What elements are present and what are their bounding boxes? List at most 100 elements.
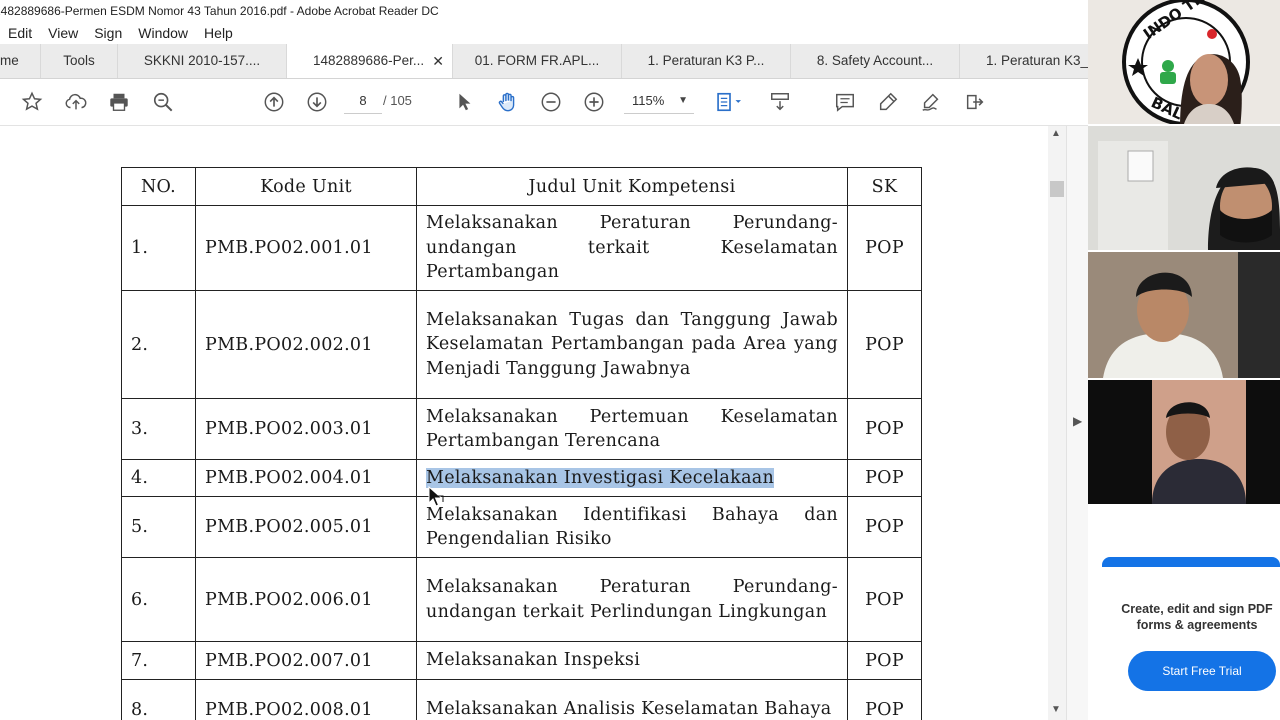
cell-judul: Melaksanakan Pertemuan Keselamatan Perta… [416, 398, 848, 460]
cell-no: 2. [121, 290, 196, 399]
cell-judul: Melaksanakan Peraturan Perundang-undanga… [416, 557, 848, 642]
table-row: 7. PMB.PO02.007.01 Melaksanakan Inspeksi… [121, 641, 922, 680]
cell-judul: Melaksanakan Analisis Keselamatan Bahaya [416, 679, 848, 720]
cell-kode: PMB.PO02.002.01 [195, 290, 417, 399]
tab-form-apl[interactable]: 01. FORM FR.APL... [453, 44, 622, 78]
close-icon[interactable]: ✕ [432, 44, 444, 78]
table-row: 1. PMB.PO02.001.01 Melaksanakan Peratura… [121, 205, 922, 291]
upload-icon[interactable] [64, 90, 88, 114]
sign-icon[interactable] [919, 90, 943, 114]
competency-table: NO. Kode Unit Judul Unit Kompetensi SK 1… [121, 167, 922, 720]
window-title: 1482889686-Permen ESDM Nomor 43 Tahun 20… [0, 4, 439, 18]
cell-no: 5. [121, 496, 196, 558]
tab-skkni[interactable]: SKKNI 2010-157.... [118, 44, 287, 78]
tab-peraturan-k3[interactable]: 1. Peraturan K3 P... [622, 44, 791, 78]
page-down-icon[interactable] [305, 90, 329, 114]
menu-bar: Edit View Sign Window Help [0, 22, 1088, 44]
tab-permen-esdm[interactable]: 1482889686-Per... ✕ [287, 44, 453, 78]
promo-text: Create, edit and sign PDF forms & agreem… [1121, 602, 1273, 632]
vertical-scrollbar[interactable]: ▲ ▼ [1048, 126, 1066, 720]
cell-kode: PMB.PO02.008.01 [195, 679, 417, 720]
fit-page-icon[interactable] [713, 90, 747, 114]
participant-video-image [1088, 252, 1280, 378]
scroll-down-icon[interactable]: ▼ [1051, 704, 1061, 715]
text-selection-highlight[interactable]: Melaksanakan Investigasi Kecelakaan [426, 467, 775, 488]
page-number-input[interactable]: 8 [344, 89, 382, 114]
cell-no: 6. [121, 557, 196, 642]
header-kode-unit: Kode Unit [195, 167, 417, 206]
cell-no: 4. [121, 459, 196, 497]
chevron-right-icon[interactable]: ▶ [1073, 414, 1082, 428]
cell-sk: POP [847, 290, 922, 399]
cell-no: 7. [121, 641, 196, 680]
participant-video-image [1088, 126, 1280, 250]
table-row: 5. PMB.PO02.005.01 Melaksanakan Identifi… [121, 496, 922, 558]
cell-sk: POP [847, 496, 922, 558]
menu-sign[interactable]: Sign [86, 22, 130, 44]
cell-kode: PMB.PO02.006.01 [195, 557, 417, 642]
cell-sk: POP [847, 205, 922, 291]
mouse-cursor-icon [428, 486, 444, 507]
table-header-row: NO. Kode Unit Judul Unit Kompetensi SK [121, 167, 922, 206]
promo-banner [1102, 557, 1280, 567]
zoom-select[interactable]: 115% ▼ [624, 89, 694, 114]
scroll-mode-icon[interactable] [768, 90, 792, 114]
document-view[interactable]: NO. Kode Unit Judul Unit Kompetensi SK 1… [0, 126, 1048, 720]
hand-icon[interactable] [495, 90, 519, 114]
tab-label: 1482889686-Per... [313, 53, 425, 68]
cell-kode: PMB.PO02.005.01 [195, 496, 417, 558]
chevron-down-icon: ▼ [678, 95, 688, 106]
cell-sk: POP [847, 459, 922, 497]
print-icon[interactable] [107, 90, 131, 114]
tab-safety-account[interactable]: 8. Safety Account... [791, 44, 960, 78]
right-pane-toggle[interactable]: ▶ [1066, 126, 1088, 720]
page-up-icon[interactable] [262, 90, 286, 114]
video-tile-participant-2 [1088, 252, 1280, 378]
video-tile-host: INDO TRAINING BAL [1088, 0, 1280, 124]
table-row: 3. PMB.PO02.003.01 Melaksanakan Pertemua… [121, 398, 922, 460]
cell-judul: Melaksanakan Tugas dan Tanggung Jawab Ke… [416, 290, 848, 399]
menu-window[interactable]: Window [130, 22, 196, 44]
tab-home[interactable]: me [0, 44, 41, 78]
tab-tools[interactable]: Tools [41, 44, 118, 78]
start-free-trial-button[interactable]: Start Free Trial [1128, 651, 1276, 691]
table-row: 6. PMB.PO02.006.01 Melaksanakan Peratura… [121, 557, 922, 642]
tab-label: 01. FORM FR.APL... [474, 53, 600, 68]
menu-view[interactable]: View [40, 22, 86, 44]
tab-label: Tools [63, 53, 95, 68]
pointer-icon[interactable] [452, 90, 476, 114]
video-tile-participant-1 [1088, 126, 1280, 250]
table-row: 4. PMB.PO02.004.01 Melaksanakan Investig… [121, 459, 922, 497]
cell-judul: Melaksanakan Peraturan Perundang-undanga… [416, 205, 848, 291]
cell-kode: PMB.PO02.004.01 [195, 459, 417, 497]
tab-peraturan-k3-r[interactable]: 1. Peraturan K3_R [960, 44, 1088, 78]
tab-label: SKKNI 2010-157.... [143, 53, 261, 68]
star-icon[interactable] [20, 90, 44, 114]
table-row: 8. PMB.PO02.008.01 Melaksanakan Analisis… [121, 679, 922, 720]
cell-sk: POP [847, 557, 922, 642]
share-icon[interactable] [963, 90, 987, 114]
menu-edit[interactable]: Edit [0, 22, 40, 44]
cell-kode: PMB.PO02.007.01 [195, 641, 417, 680]
menu-help[interactable]: Help [196, 22, 241, 44]
header-sk: SK [847, 167, 922, 206]
scroll-up-icon[interactable]: ▲ [1051, 128, 1061, 139]
promo-panel: Create, edit and sign PDF forms & agreem… [1088, 505, 1280, 720]
cell-judul: Melaksanakan Inspeksi [416, 641, 848, 680]
zoom-out-icon[interactable] [539, 90, 563, 114]
table-row: 2. PMB.PO02.002.01 Melaksanakan Tugas da… [121, 290, 922, 399]
tab-label: 1. Peraturan K3 P... [647, 53, 765, 68]
cell-kode: PMB.PO02.003.01 [195, 398, 417, 460]
cell-kode: PMB.PO02.001.01 [195, 205, 417, 291]
page-total: / 105 [383, 93, 412, 108]
comment-icon[interactable] [833, 90, 857, 114]
search-zoom-icon[interactable] [151, 90, 175, 114]
cell-judul: Melaksanakan Identifikasi Bahaya dan Pen… [416, 496, 848, 558]
scroll-thumb[interactable] [1050, 181, 1064, 197]
video-tile-participant-3 [1088, 380, 1280, 504]
header-judul: Judul Unit Kompetensi [416, 167, 848, 206]
cell-judul: Melaksanakan Investigasi Kecelakaan [416, 459, 848, 497]
zoom-in-icon[interactable] [582, 90, 606, 114]
highlight-pen-icon[interactable] [876, 90, 900, 114]
participant-video-image [1088, 380, 1280, 504]
